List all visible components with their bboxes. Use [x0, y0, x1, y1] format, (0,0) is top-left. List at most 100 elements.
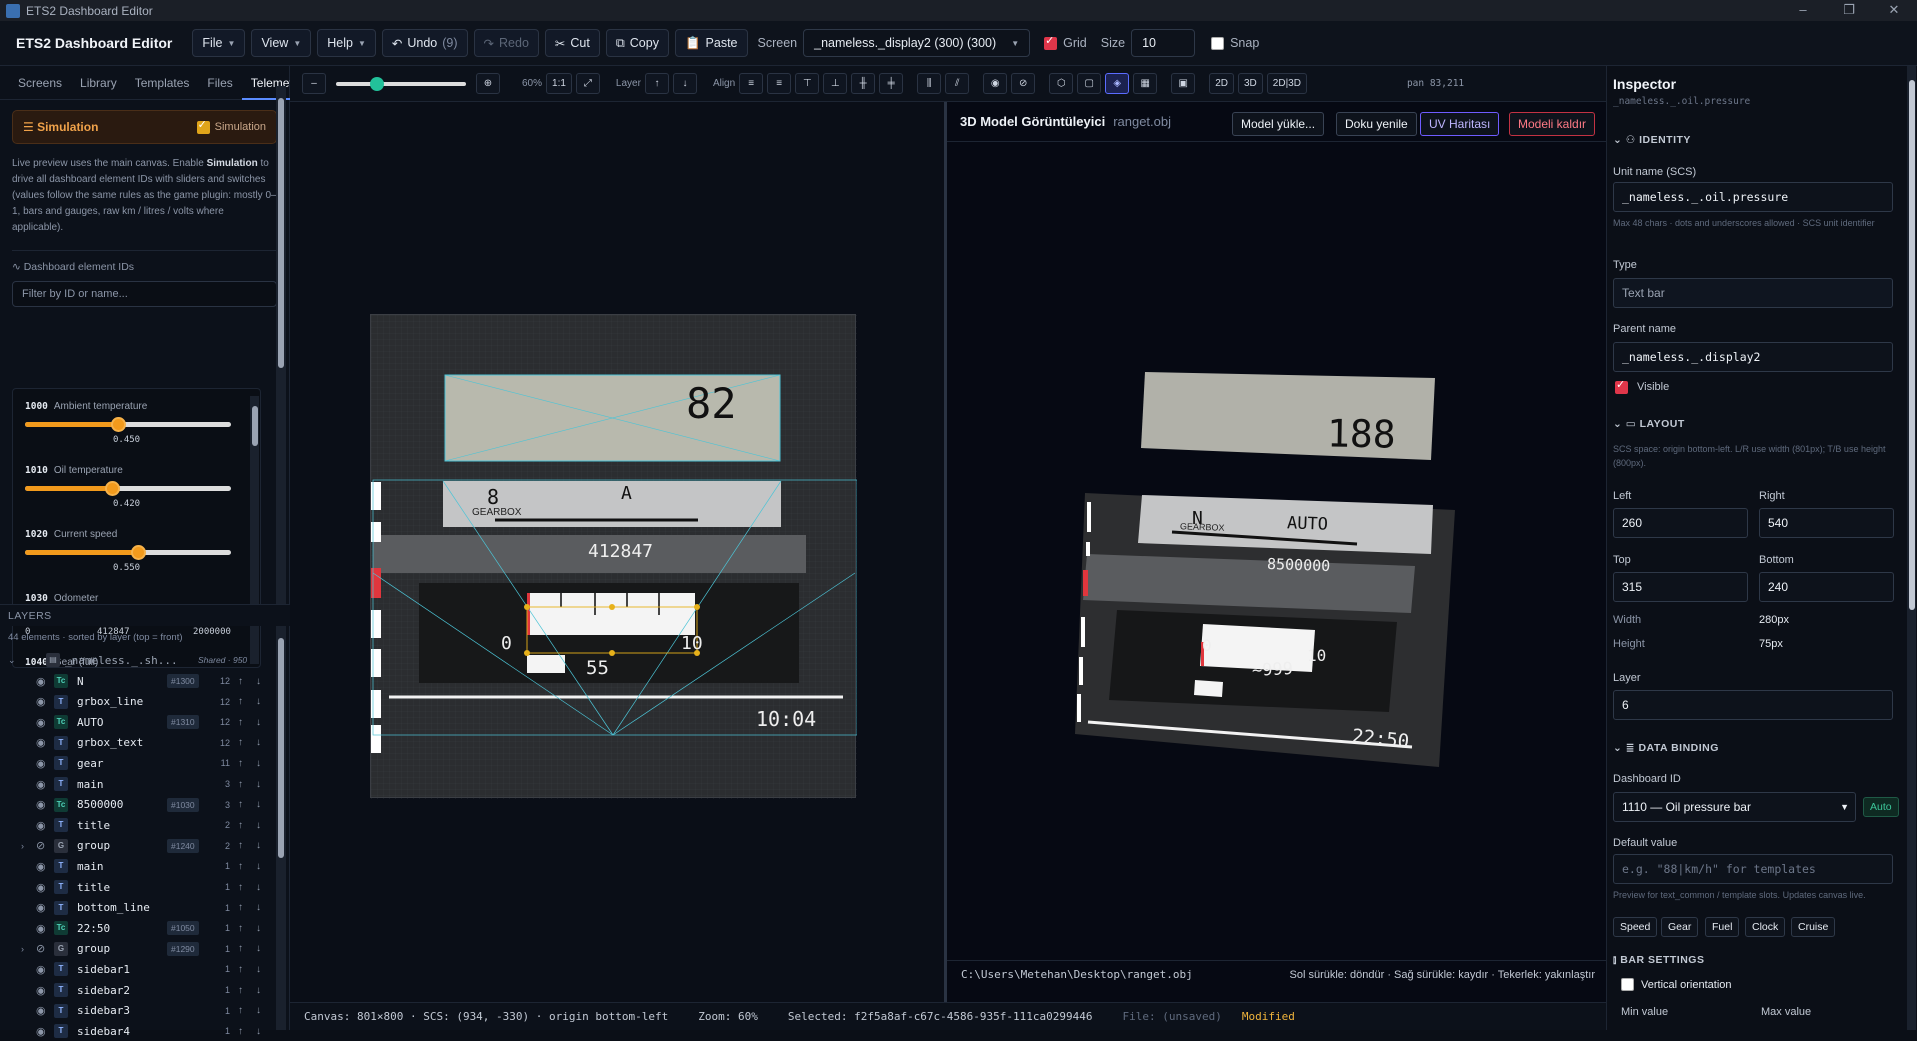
- snap-checkbox[interactable]: [1211, 36, 1225, 50]
- eye-icon[interactable]: ◉: [36, 757, 46, 770]
- arrow-up-icon[interactable]: ↑: [238, 882, 243, 893]
- mode-2d3d-button[interactable]: 2D|3D: [1266, 73, 1307, 94]
- arrow-down-icon[interactable]: ↓: [256, 840, 261, 851]
- arrow-down-icon[interactable]: ↓: [256, 1026, 261, 1037]
- eye-icon[interactable]: ◉: [36, 922, 46, 935]
- distribute-v-icon[interactable]: ⫽: [945, 73, 970, 94]
- arrow-down-icon[interactable]: ↓: [256, 737, 261, 748]
- mode-2d-button[interactable]: 2D: [1209, 73, 1234, 94]
- layer-row[interactable]: ◉ Ttitle 2 ↑ ↓: [0, 815, 275, 835]
- layer-input[interactable]: 6: [1613, 690, 1893, 720]
- uv-map-button[interactable]: UV Haritası: [1420, 112, 1500, 136]
- align-center-icon[interactable]: ≡: [767, 73, 792, 94]
- template-chip-fuel[interactable]: Fuel: [1705, 917, 1740, 937]
- bar-settings-section[interactable]: ⫾ BAR SETTINGS: [1613, 954, 1704, 967]
- arrow-up-icon[interactable]: ↑: [238, 923, 243, 934]
- eye-icon[interactable]: ◉: [36, 716, 46, 729]
- arrow-down-icon[interactable]: ↓: [256, 923, 261, 934]
- image-icon[interactable]: ▣: [1171, 73, 1196, 94]
- eye-icon[interactable]: ◉: [36, 860, 46, 873]
- arrow-down-icon[interactable]: ↓: [256, 943, 261, 954]
- auto-button[interactable]: Auto: [1863, 797, 1899, 817]
- top-input[interactable]: 315: [1613, 572, 1748, 602]
- zoom-in-button[interactable]: ⊕: [476, 73, 500, 94]
- eye-icon[interactable]: ◉: [36, 901, 46, 914]
- arrow-up-icon[interactable]: ↑: [238, 779, 243, 790]
- scrollbar-thumb[interactable]: [278, 638, 284, 858]
- template-chip-clock[interactable]: Clock: [1745, 917, 1786, 937]
- arrow-up-icon[interactable]: ↑: [238, 1005, 243, 1016]
- layer-root-row[interactable]: ⌄ ▤ _nameless._.sh... Shared · 950: [0, 650, 275, 670]
- slider-track[interactable]: [25, 545, 231, 560]
- eye-icon[interactable]: ◉: [36, 984, 46, 997]
- left-panel-scrollbar[interactable]: [276, 86, 286, 664]
- layer-row[interactable]: ◉ Tgrbox_line 12 ↑ ↓: [0, 692, 275, 712]
- identity-section[interactable]: ⌄ ⚇ IDENTITY: [1613, 134, 1691, 146]
- arrow-up-icon[interactable]: ↑: [238, 861, 243, 872]
- template-chip-cruise[interactable]: Cruise: [1791, 917, 1836, 937]
- align-vcenter-icon[interactable]: ╪: [879, 73, 904, 94]
- bottom-input[interactable]: 240: [1759, 572, 1894, 602]
- eye-icon[interactable]: ◉: [36, 1025, 46, 1038]
- layer-row[interactable]: ◉ Tsidebar2 1 ↑ ↓: [0, 980, 275, 1000]
- eye-icon[interactable]: ◉: [36, 695, 46, 708]
- slider-knob[interactable]: [110, 417, 126, 432]
- eye-icon[interactable]: ◉: [36, 881, 46, 894]
- template-chip-speed[interactable]: Speed: [1613, 917, 1658, 937]
- arrow-up-icon[interactable]: ↑: [238, 943, 243, 954]
- tab-screens[interactable]: Screens: [9, 66, 71, 100]
- align-top-icon[interactable]: ⊤: [795, 73, 820, 94]
- hide-icon[interactable]: ⊘: [1011, 73, 1036, 94]
- vertical-checkbox[interactable]: [1621, 978, 1634, 991]
- align-hcenter-icon[interactable]: ╫: [851, 73, 876, 94]
- eye-icon[interactable]: ◉: [36, 819, 46, 832]
- eye-icon[interactable]: ◉: [36, 963, 46, 976]
- arrow-up-icon[interactable]: ↑: [238, 820, 243, 831]
- arrow-up-icon[interactable]: ↑: [238, 758, 243, 769]
- scrollbar-thumb[interactable]: [278, 98, 284, 368]
- arrow-down-icon[interactable]: ↓: [256, 676, 261, 687]
- arrow-up-icon[interactable]: ↑: [238, 985, 243, 996]
- copy-button[interactable]: ⧉ Copy: [605, 29, 669, 57]
- arrow-down-icon[interactable]: ↓: [256, 696, 261, 707]
- redo-button[interactable]: ↷ Redo: [473, 29, 539, 57]
- arrow-down-icon[interactable]: ↓: [256, 985, 261, 996]
- arrow-up-icon[interactable]: ↑: [238, 717, 243, 728]
- mode-3d-button[interactable]: 3D: [1237, 73, 1263, 94]
- layer-up-button[interactable]: ↑: [644, 73, 669, 94]
- layers-scrollbar[interactable]: [276, 628, 286, 1030]
- arrow-up-icon[interactable]: ↑: [238, 1026, 243, 1037]
- file-menu[interactable]: File ▼: [192, 29, 246, 57]
- parent-name-input[interactable]: _nameless._.display2: [1613, 342, 1893, 372]
- reload-texture-button[interactable]: Doku yenile: [1336, 112, 1417, 136]
- arrow-down-icon[interactable]: ↓: [256, 799, 261, 810]
- layer-row[interactable]: › ⊘ Ggroup #1240 2 ↑ ↓: [0, 836, 275, 856]
- align-bottom-icon[interactable]: ⊥: [823, 73, 848, 94]
- default-value-input[interactable]: e.g. "88|km/h" for templates: [1613, 854, 1893, 884]
- eye-icon[interactable]: ◉: [36, 778, 46, 791]
- slider-track[interactable]: [25, 417, 231, 432]
- tab-templates[interactable]: Templates: [126, 66, 199, 100]
- grid-checkbox[interactable]: [1044, 34, 1058, 50]
- show-icon[interactable]: ◉: [983, 73, 1008, 94]
- eye-off-icon[interactable]: ⊘: [36, 942, 45, 955]
- layer-row[interactable]: ◉ Tsidebar1 1 ↑ ↓: [0, 959, 275, 979]
- zoom-slider[interactable]: [336, 76, 466, 91]
- filter-input[interactable]: Filter by ID or name...: [12, 281, 277, 307]
- arrow-down-icon[interactable]: ↓: [256, 1005, 261, 1016]
- tab-files[interactable]: Files: [198, 66, 241, 100]
- layer-row[interactable]: ◉ Tmain 1 ↑ ↓: [0, 856, 275, 876]
- layer-row[interactable]: ◉ Tsidebar3 1 ↑ ↓: [0, 1001, 275, 1021]
- dashboard-canvas[interactable]: 82 8 A GEARBOX 412847 0 10 55 10:04: [370, 314, 858, 799]
- help-menu[interactable]: Help ▼: [317, 29, 376, 57]
- zoom-out-button[interactable]: –: [302, 73, 326, 94]
- expand-icon[interactable]: ⌄: [8, 655, 16, 666]
- chevron-right-icon[interactable]: ›: [21, 944, 24, 954]
- arrow-down-icon[interactable]: ↓: [256, 779, 261, 790]
- load-model-button[interactable]: Model yükle...: [1232, 112, 1325, 136]
- cube-icon[interactable]: ⬡: [1049, 73, 1074, 94]
- layer-row[interactable]: ◉ Tsidebar4 1 ↑ ↓: [0, 1021, 275, 1041]
- layer-row[interactable]: ◉ Tmain 3 ↑ ↓: [0, 774, 275, 794]
- layer-row[interactable]: ◉ Tbottom_line 1 ↑ ↓: [0, 898, 275, 918]
- minimize-icon[interactable]: –: [1780, 0, 1826, 21]
